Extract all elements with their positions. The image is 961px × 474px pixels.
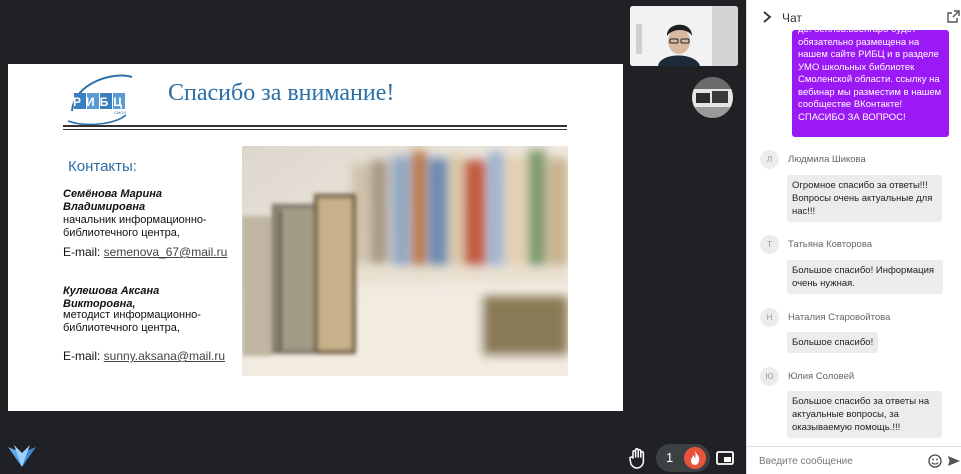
chevron-right-icon[interactable] <box>761 10 773 24</box>
logo-letters: РИБЦ <box>73 95 127 109</box>
message-bubble: Большое спасибо! Информация очень нужная… <box>787 260 943 294</box>
own-message-text: до. бенлов.воeнrapo бyдет обязательно ра… <box>798 30 942 123</box>
message-avatar: Н <box>760 308 779 327</box>
message-bubble: Большое спасибо за ответы на актуальные … <box>787 391 942 438</box>
contact-role: методист информационно-библиотечного цен… <box>63 309 201 334</box>
logo-subtext: СМОЛ <box>114 110 126 115</box>
message-avatar: Ю <box>760 367 779 386</box>
participant-video <box>630 6 738 66</box>
email-label: E-mail: <box>63 245 104 259</box>
chat-header: Чат <box>747 0 961 34</box>
chat-title: Чат <box>782 11 802 25</box>
avatar-image <box>692 77 733 118</box>
contact-name: Кулешова Аксана Викторовна, <box>63 285 160 310</box>
participant-video-tile[interactable] <box>630 6 738 66</box>
message-avatar: Т <box>760 235 779 254</box>
message-bubble: Огромное спасибо за ответы!!! Вопросы оч… <box>787 175 942 222</box>
message-author: Татьяна Ковторова <box>788 239 873 250</box>
reaction-count: 1 <box>666 450 674 465</box>
participant-avatar[interactable] <box>692 77 733 118</box>
slide-title: Спасибо за внимание! <box>168 80 395 106</box>
own-chat-message: до. бенлов.воeнrapo бyдет обязательно ра… <box>792 30 949 137</box>
contact-email: E-mail: sunny.aksana@mail.ru <box>63 349 225 363</box>
raise-hand-icon[interactable] <box>626 446 650 470</box>
video-stage: РИБЦ СМОЛ Спасибо за внимание! Контакты:… <box>0 0 746 474</box>
email-label: E-mail: <box>63 349 104 363</box>
slide-divider-thin <box>63 129 567 130</box>
chat-compose-bar <box>747 446 961 474</box>
contacts-heading: Контакты: <box>68 158 137 175</box>
slide-divider <box>63 125 567 127</box>
fire-icon <box>684 447 706 469</box>
reactions-button[interactable]: 1 <box>656 444 710 472</box>
email-link[interactable]: semenova_67@mail.ru <box>104 245 228 259</box>
emoji-icon[interactable] <box>928 454 942 468</box>
app-logo-icon <box>8 445 36 467</box>
ribc-logo: РИБЦ СМОЛ <box>67 74 133 126</box>
message-author: Людмила Шикова <box>788 154 866 165</box>
chat-message-input[interactable] <box>759 452 919 470</box>
shared-slide: РИБЦ СМОЛ Спасибо за внимание! Контакты:… <box>8 64 623 411</box>
bookshelf-photo <box>242 146 568 376</box>
message-avatar: Л <box>760 150 779 169</box>
email-link[interactable]: sunny.aksana@mail.ru <box>104 349 225 363</box>
message-bubble: Большое спасибо! <box>787 332 879 353</box>
message-author: Юлия Соловей <box>788 371 855 382</box>
message-author: Наталия Старовойтова <box>788 312 891 323</box>
contact-role: начальник информационно-библиотечного це… <box>63 214 207 239</box>
chat-panel: Чат до. бенлов.воeнrapo бyдет обязательн… <box>746 0 961 474</box>
open-external-icon[interactable] <box>946 9 961 24</box>
picture-in-picture-icon[interactable] <box>713 446 737 470</box>
contact-name: Семёнова Марина Владимировна <box>63 188 162 213</box>
send-icon[interactable] <box>947 454 961 468</box>
contact-email: E-mail: semenova_67@mail.ru <box>63 245 227 259</box>
